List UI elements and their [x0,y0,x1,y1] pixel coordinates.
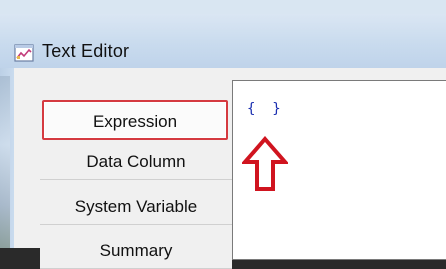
tab-expression[interactable]: Expression [42,100,228,140]
editor-text: { } [247,101,281,117]
tab-label: System Variable [74,197,198,216]
title-bar[interactable]: Text Editor [0,14,446,69]
tab-data-column[interactable]: Data Column [40,144,232,180]
tab-label: Data Column [86,152,186,171]
text-editor-window: Text Editor Expression Data Column Syste… [0,0,446,269]
background-edge [0,76,10,248]
document-chart-icon [14,44,34,62]
window-title: Text Editor [42,41,130,61]
tab-summary[interactable]: Summary [40,233,232,269]
tab-label: Expression [92,112,178,131]
annotation-arrow-icon [242,136,288,191]
tab-system-variable[interactable]: System Variable [40,189,232,225]
tab-label: Summary [99,241,173,260]
